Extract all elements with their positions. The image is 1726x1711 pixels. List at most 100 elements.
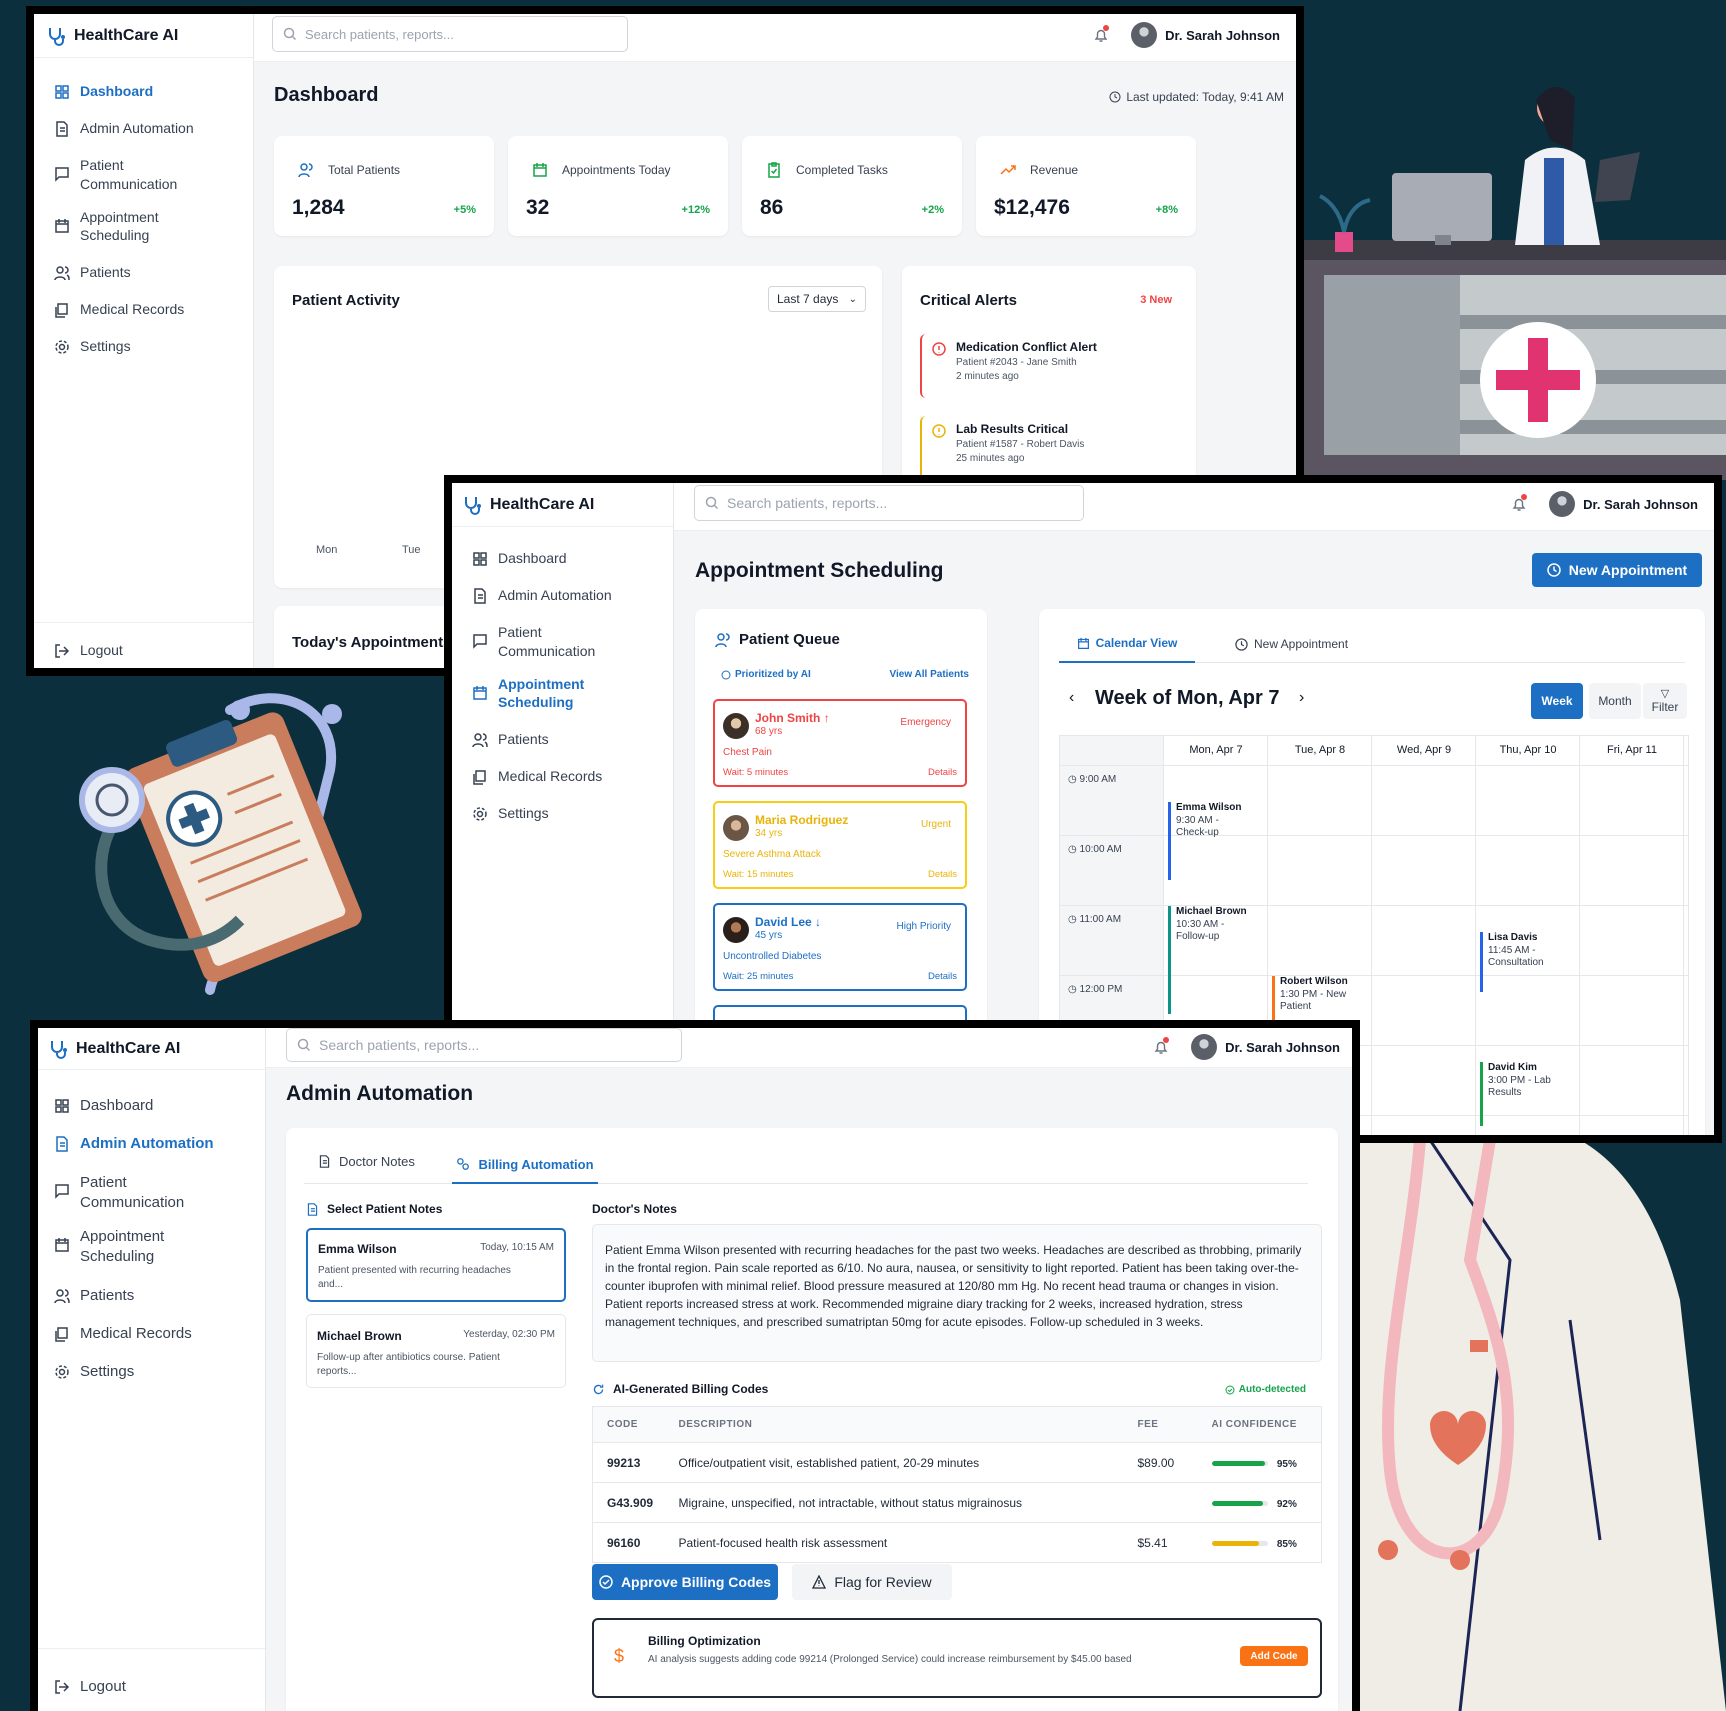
nav-label: Dashboard [498, 550, 567, 566]
event-type: Check-up [1176, 827, 1219, 838]
nav-settings[interactable]: Settings [54, 1362, 255, 1382]
clock-icon [1109, 91, 1121, 103]
clipboard-check-icon [768, 162, 780, 178]
event-type: Results [1488, 1087, 1522, 1098]
new-appointment-button[interactable]: New Appointment [1532, 553, 1702, 587]
filter-button[interactable]: ▽ Filter [1643, 683, 1687, 719]
new-alerts-badge: 3 New [1140, 294, 1172, 306]
week-view-button[interactable]: Week [1531, 683, 1583, 719]
range-select[interactable]: Last 7 days ⌄ [768, 286, 866, 312]
queue-card[interactable]: John Smith ↑ 68 yrs Emergency Chest Pain… [713, 699, 967, 787]
priority-badge: Urgent [920, 819, 951, 830]
logout-button[interactable]: Logout [54, 1677, 126, 1697]
stat-card: Total Patients 1,284 +5% [274, 136, 494, 236]
prev-week-button[interactable]: ‹ [1069, 689, 1074, 707]
queue-card[interactable]: Maria Rodriguez 34 yrs Urgent Severe Ast… [713, 801, 967, 889]
avatar [1131, 22, 1158, 48]
note-card[interactable]: Emma Wilson Today, 10:15 AM Patient pres… [306, 1228, 566, 1302]
view-all-link[interactable]: View All Patients [890, 669, 969, 680]
confidence-fill [1211, 1500, 1264, 1506]
nav-admin-automation[interactable]: Admin Automation [54, 119, 243, 138]
alert-circle-icon [932, 342, 946, 356]
nav-label: Settings [498, 805, 549, 822]
month-view-label: Month [1598, 694, 1632, 708]
patient-age: 45 yrs [755, 930, 783, 941]
nav-patients[interactable]: Patients [54, 263, 243, 282]
table-row[interactable]: 99213 Office/outpatient visit, establish… [592, 1442, 1322, 1483]
approve-billing-button[interactable]: Approve Billing Codes [592, 1564, 778, 1600]
alert-item[interactable]: Medication Conflict Alert Patient #2043 … [920, 334, 1178, 398]
wait-time: Wait: 5 minutes [723, 767, 789, 778]
search-input[interactable]: Search patients, reports... [694, 485, 1084, 521]
flag-review-button[interactable]: Flag for Review [792, 1564, 952, 1600]
nav-medical-records[interactable]: Medical Records [54, 1324, 255, 1344]
nav-label: Admin Automation [80, 119, 194, 136]
nav-medical-records[interactable]: Medical Records [54, 300, 243, 319]
nav-medical-records[interactable]: Medical Records [472, 767, 663, 786]
nav-appointment-scheduling[interactable]: Appointment Scheduling [472, 675, 663, 713]
nav-patients[interactable]: Patients [472, 730, 663, 749]
stat-card: Revenue $12,476 +8% [976, 136, 1196, 236]
calendar-event[interactable]: Emma Wilson 9:30 AM - Check-up [1168, 802, 1262, 880]
last-updated-text: Last updated: Today, 9:41 AM [1126, 90, 1284, 104]
search-input[interactable]: Search patients, reports... [286, 1028, 682, 1062]
calendar-event[interactable]: Lisa Davis 11:45 AM - Consultation [1480, 932, 1574, 992]
nav-dashboard[interactable]: Dashboard [472, 549, 663, 568]
tab-calendar-view[interactable]: Calendar View [1059, 633, 1195, 663]
tab-doctor-notes[interactable]: Doctor Notes [318, 1154, 415, 1169]
calendar-event[interactable]: David Kim 3:00 PM - Lab Results [1480, 1062, 1574, 1126]
queue-card[interactable]: David Lee ↓ 45 yrs High Priority Uncontr… [713, 903, 967, 991]
note-card[interactable]: Michael Brown Yesterday, 02:30 PM Follow… [306, 1314, 566, 1388]
nav-patient-communication[interactable]: Patient Communication [54, 1173, 255, 1214]
alert-time: 2 minutes ago [956, 371, 1019, 382]
nav-admin-automation[interactable]: Admin Automation [54, 1134, 255, 1154]
nav-label: Communication [80, 175, 178, 192]
tab-new-appointment[interactable]: New Appointment [1235, 633, 1348, 663]
nav-label: Patients [80, 264, 131, 281]
dollar-icon: $ [614, 1646, 625, 1666]
details-link[interactable]: Details [928, 971, 957, 982]
nav-patient-communication[interactable]: Patient Communication [472, 623, 663, 661]
user-name: Dr. Sarah Johnson [1165, 27, 1280, 43]
details-link[interactable]: Details [928, 767, 957, 778]
logout-icon [55, 644, 70, 658]
nav-dashboard[interactable]: Dashboard [54, 1096, 255, 1116]
user-menu[interactable]: Dr. Sarah Johnson [1153, 1034, 1340, 1060]
billing-code: 99213 [607, 1455, 641, 1470]
nav-patients[interactable]: Patients [54, 1286, 255, 1306]
tab-billing-automation[interactable]: Billing Automation [452, 1146, 598, 1184]
table-row[interactable]: 96160 Patient-focused health risk assess… [592, 1522, 1322, 1563]
admin-content-card: Doctor Notes Billing Automation Select P… [286, 1128, 1338, 1711]
event-time: 9:30 AM - [1176, 814, 1219, 826]
time-text: 9:00 AM [1079, 774, 1117, 785]
user-menu[interactable]: Dr. Sarah Johnson [1511, 491, 1698, 517]
nav-appointment-scheduling[interactable]: Appointment Scheduling [54, 208, 243, 246]
bell-icon[interactable] [1093, 25, 1110, 43]
tab-label: Calendar View [1095, 636, 1178, 650]
calendar-icon [1077, 637, 1089, 649]
confidence-cell: 95% [1211, 1443, 1322, 1483]
nav-admin-automation[interactable]: Admin Automation [472, 586, 663, 605]
nav-patient-communication[interactable]: Patient Communication [54, 156, 243, 194]
add-code-button[interactable]: Add Code [1240, 1646, 1308, 1666]
search-input[interactable]: Search patients, reports... [272, 16, 628, 52]
nav-dashboard[interactable]: Dashboard [54, 82, 243, 101]
nav-settings[interactable]: Settings [472, 804, 663, 823]
details-link[interactable]: Details [928, 869, 957, 880]
nav-settings[interactable]: Settings [54, 337, 243, 356]
logout-button[interactable]: Logout [54, 641, 123, 660]
page-title: Dashboard [274, 84, 379, 106]
calendar-event[interactable]: Michael Brown 10:30 AM - Follow-up [1168, 906, 1262, 1014]
next-week-button[interactable]: › [1299, 689, 1304, 707]
table-row[interactable]: G43.909 Migraine, unspecified, not intra… [592, 1482, 1322, 1523]
search-placeholder: Search patients, reports... [305, 26, 454, 42]
document-icon [319, 1155, 330, 1168]
stat-card: Completed Tasks 86 +2% [742, 136, 962, 236]
user-menu[interactable]: Dr. Sarah Johnson [1093, 22, 1280, 48]
bell-icon[interactable] [1153, 1037, 1170, 1055]
tab-label: Doctor Notes [339, 1154, 415, 1169]
bell-icon[interactable] [1511, 494, 1528, 512]
nav-appointment-scheduling[interactable]: Appointment Scheduling [54, 1227, 255, 1268]
month-view-button[interactable]: Month [1589, 683, 1641, 719]
alert-item[interactable]: Lab Results Critical Patient #1587 - Rob… [920, 416, 1178, 480]
